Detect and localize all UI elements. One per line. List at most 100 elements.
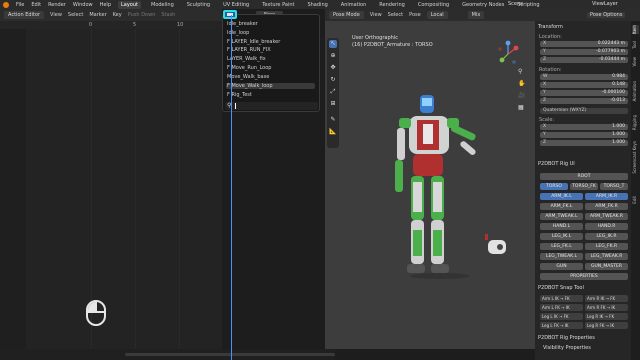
rotation-mode-dropdown[interactable]: Quaternion (WXYZ) [540,108,628,114]
channel-region[interactable] [0,29,26,349]
rig-button-leg-ik-r[interactable]: LEG_IK.R [585,233,628,240]
pose-options-button[interactable]: Pose Options [587,12,626,18]
menu-marker[interactable]: Marker [89,12,106,18]
location-y-field[interactable]: Y -0.077903 m [540,49,628,55]
menu-render[interactable]: Render [48,2,66,8]
rig-button-torso-fk[interactable]: TORSO_FK [570,183,598,190]
pivot-dropdown[interactable]: Mix [467,11,485,19]
blender-logo-icon[interactable] [3,1,9,8]
menu-select[interactable]: Select [68,12,83,18]
tab-rigging[interactable]: Rigging [632,115,639,130]
rig-button-arm-tweak-l[interactable]: ARM_TWEAK.L [540,213,583,220]
playhead-line[interactable] [231,15,232,360]
location-x-field[interactable]: X 0.022443 m [540,41,628,47]
workspace-tab-compositing[interactable]: Compositing [415,1,452,9]
menu-view[interactable]: View [50,12,62,18]
scale-tool-icon[interactable]: ⤢ [329,88,337,96]
robot-character-model[interactable] [395,90,485,280]
rotation-w-field[interactable]: W 0.984 [540,74,628,80]
scale-y-field[interactable]: Y 1.000 [540,132,628,138]
measure-tool-icon[interactable]: 📐 [329,128,337,136]
rig-button-leg-ik-l[interactable]: LEG_IK.L [540,233,583,240]
menu-pose[interactable]: Pose [409,12,421,18]
browse-action-button[interactable] [223,10,237,19]
rig-button-gun[interactable]: GUN [540,263,583,270]
drone-prop-model[interactable] [482,232,512,262]
snap-leg-l-ik-fk[interactable]: Leg L IK → FK [540,313,583,320]
rig-button-leg-tweak-r[interactable]: LEG_TWEAK.R [585,253,628,260]
workspace-tab-rendering[interactable]: Rendering [376,1,408,9]
rig-button-arm-ik-l[interactable]: ARM_IK.L [540,193,583,200]
snap-leg-l-fk-ik[interactable]: Leg L FK → IK [540,322,583,329]
navigation-gizmo[interactable] [494,40,522,68]
tab-view[interactable]: View [632,57,639,67]
menu-select[interactable]: Select [388,12,403,18]
workspace-tab-modeling[interactable]: Modeling [148,1,177,9]
workspace-tab-animation[interactable]: Animation [338,1,370,9]
rig-button-properties[interactable]: PROPERTIES [540,273,628,280]
rotate-tool-icon[interactable]: ↻ [329,76,337,84]
tab-tool[interactable]: Tool [632,41,639,49]
tab-item[interactable]: Item [632,25,639,35]
zoom-icon[interactable]: ⚲ [518,68,527,80]
frame-ruler[interactable]: 0 5 10 [0,21,222,29]
rig-button-arm-tweak-r[interactable]: ARM_TWEAK.R [585,213,628,220]
grid-icon[interactable]: ▦ [518,104,527,116]
action-search-field[interactable]: ⚲ [225,102,318,110]
rig-button-torso[interactable]: TORSO [540,183,568,190]
stash-button[interactable]: Stash [161,12,175,18]
scale-x-field[interactable]: X 1.000 [540,124,628,130]
menu-edit[interactable]: Edit [31,2,41,8]
editor-type-dropdown[interactable]: Action Editor [4,11,45,19]
rig-button-gun-master[interactable]: GUN_MASTER [585,263,628,270]
cursor-tool-icon[interactable]: ⊕ [329,52,337,60]
rig-button-arm-ik-r[interactable]: ARM_IK.R [585,193,628,200]
select-tool-icon[interactable]: ↖ [329,40,337,48]
rig-button-leg-tweak-l[interactable]: LEG_TWEAK.L [540,253,583,260]
rotation-z-field[interactable]: Z -0.013 [540,98,628,104]
rig-button-leg-fk-r[interactable]: LEG_FK.R [585,243,628,250]
transform-tool-icon[interactable]: ⊞ [329,100,337,108]
workspace-tab-geometry-nodes[interactable]: Geometry Nodes [459,1,507,9]
menu-help[interactable]: Help [100,2,111,8]
rig-properties-header[interactable]: P2DBOT Rig Properties [538,335,595,341]
snap-tool-header[interactable]: P2DBOT Snap Tool [538,285,584,291]
rig-button-leg-fk-l[interactable]: LEG_FK.L [540,243,583,250]
rig-button-arm-fk-l[interactable]: ARM_FK.L [540,203,583,210]
snap-arm-r-fk-ik[interactable]: Arm R FK → IK [585,304,628,311]
mode-dropdown[interactable]: Pose Mode [329,11,364,19]
action-item[interactable]: F Move_Run_Loop [227,65,271,71]
horizontal-scrollbar[interactable] [125,353,335,356]
snap-leg-r-fk-ik[interactable]: Leg R FK → IK [585,322,628,329]
rotation-y-field[interactable]: Y -0.000100 [540,90,628,96]
action-item[interactable]: Move_Walk_base [227,74,269,80]
camera-icon[interactable]: 🎥 [518,92,527,104]
tab-screencast-keys[interactable]: Screencast Keys [632,141,639,174]
menu-file[interactable]: File [16,2,24,8]
snap-arm-r-ik-fk[interactable]: Arm R IK → FK [585,295,628,302]
transform-header[interactable]: Transform [538,24,563,30]
action-item[interactable]: F LAYER_Idle_breaker [227,39,280,45]
workspace-tab-uv-editing[interactable]: UV Editing [220,1,252,9]
dopesheet-area[interactable] [0,29,222,349]
visibility-properties-header[interactable]: Visibility Properties [543,345,591,351]
action-item[interactable]: LAYER_Walk_fix [227,56,266,62]
snap-leg-r-ik-fk[interactable]: Leg R IK → FK [585,313,628,320]
rig-button-torso-t[interactable]: TORSO_T [600,183,628,190]
workspace-tab-shading[interactable]: Shading [304,1,330,9]
rotation-x-field[interactable]: X 0.148 [540,82,628,88]
push-down-button[interactable]: Push Down [128,12,156,18]
menu-key[interactable]: Key [113,12,122,18]
tab-animation[interactable]: Animation [632,81,639,101]
action-item-highlighted[interactable]: F Move_Walk_loop [226,83,315,89]
workspace-tab-layout[interactable]: Layout [118,0,141,9]
annotate-tool-icon[interactable]: ✎ [329,116,337,124]
menu-view[interactable]: View [370,12,382,18]
menu-window[interactable]: Window [73,2,93,8]
workspace-tab-sculpting[interactable]: Sculpting [184,1,213,9]
orientation-dropdown[interactable]: Local [426,11,448,19]
workspace-tab-texture-paint[interactable]: Texture Paint [259,1,297,9]
rig-ui-header[interactable]: P2DBOT Rig UI [538,161,575,167]
rig-button-root[interactable]: ROOT [540,173,628,180]
pan-hand-icon[interactable]: ✋ [518,80,527,92]
